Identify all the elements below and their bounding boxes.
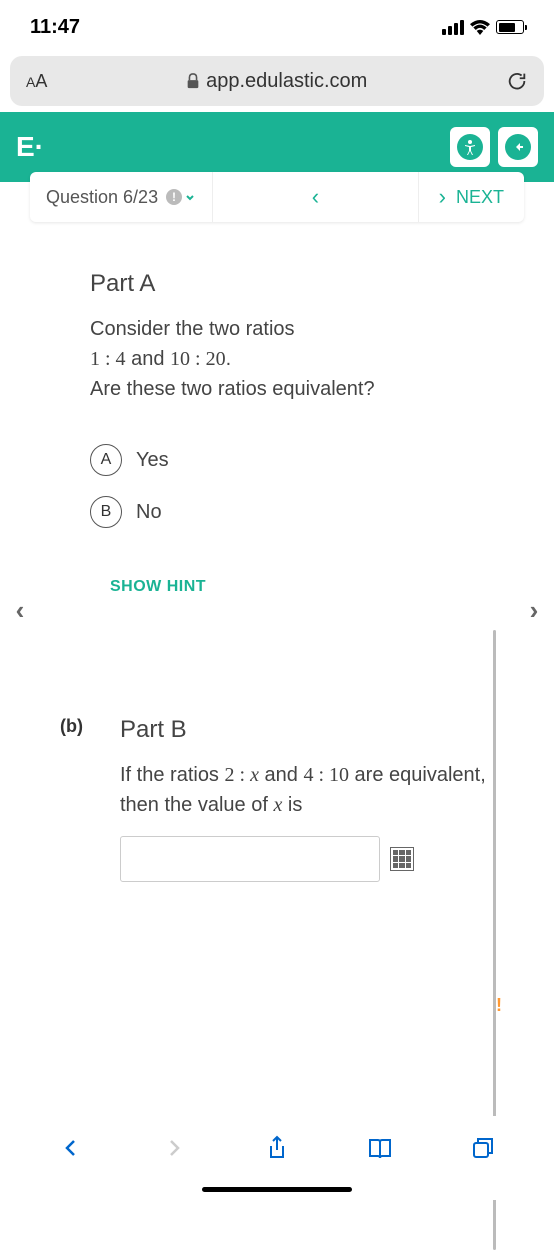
cellular-signal-icon [442,20,464,35]
browser-url-bar[interactable]: AA app.edulastic.com [10,56,544,106]
part-a-title: Part A [90,270,494,298]
answer-input[interactable] [120,836,380,882]
option-letter: A [90,444,122,476]
url-text: app.edulastic.com [206,70,367,93]
browser-back-button[interactable] [49,1126,93,1170]
refresh-icon[interactable] [506,70,528,92]
option-text: No [136,501,162,524]
part-b-question-text: If the ratios 2 : x and 4 : 10 are equiv… [120,760,494,820]
part-b-title: Part B [120,716,494,744]
question-content-area: Part A Consider the two ratios 1 : 4 and… [0,250,554,1116]
part-a-question-text: Consider the two ratios 1 : 4 and 10 : 2… [90,314,494,404]
show-hint-button[interactable]: SHOW HINT [110,578,494,596]
chevron-right-icon: › [530,595,539,626]
status-icons-group [442,20,524,35]
status-time: 11:47 [30,16,80,39]
warning-icon: ! [496,995,502,1016]
prev-question-button[interactable]: ‹ [212,172,418,222]
chevron-left-icon: ‹ [312,184,319,210]
chevron-left-icon: ‹ [16,595,25,626]
content-nav-left[interactable]: ‹ [4,580,36,640]
battery-icon [496,20,524,34]
keypad-icon[interactable] [390,847,414,871]
accessibility-button[interactable] [450,127,490,167]
share-button[interactable] [255,1126,299,1170]
wifi-icon [470,20,490,35]
content-nav-right[interactable]: › [518,580,550,640]
next-question-button[interactable]: › NEXT [418,172,524,222]
url-display[interactable]: app.edulastic.com [47,70,506,93]
svg-text:!: ! [172,190,176,204]
home-indicator[interactable] [202,1187,352,1192]
back-arrow-icon [505,134,531,160]
bookmarks-button[interactable] [358,1126,402,1170]
app-logo[interactable]: E· [16,131,44,163]
option-a[interactable]: A Yes [90,434,494,486]
info-dropdown-icon[interactable]: ! [166,189,196,205]
accessibility-icon [457,134,483,160]
part-b-label: (b) [60,716,100,882]
question-navigation-bar: Question 6/23 ! ‹ › NEXT [30,172,524,222]
option-letter: B [90,496,122,528]
status-bar: 11:47 [0,0,554,50]
chevron-right-icon: › [439,184,446,210]
browser-forward-button[interactable] [152,1126,196,1170]
text-size-button[interactable]: AA [26,71,47,92]
answer-options: A Yes B No [90,434,494,538]
back-button[interactable] [498,127,538,167]
option-b[interactable]: B No [90,486,494,538]
lock-icon [186,73,200,89]
option-text: Yes [136,449,169,472]
tabs-button[interactable] [461,1126,505,1170]
question-counter[interactable]: Question 6/23 ! [30,187,212,208]
